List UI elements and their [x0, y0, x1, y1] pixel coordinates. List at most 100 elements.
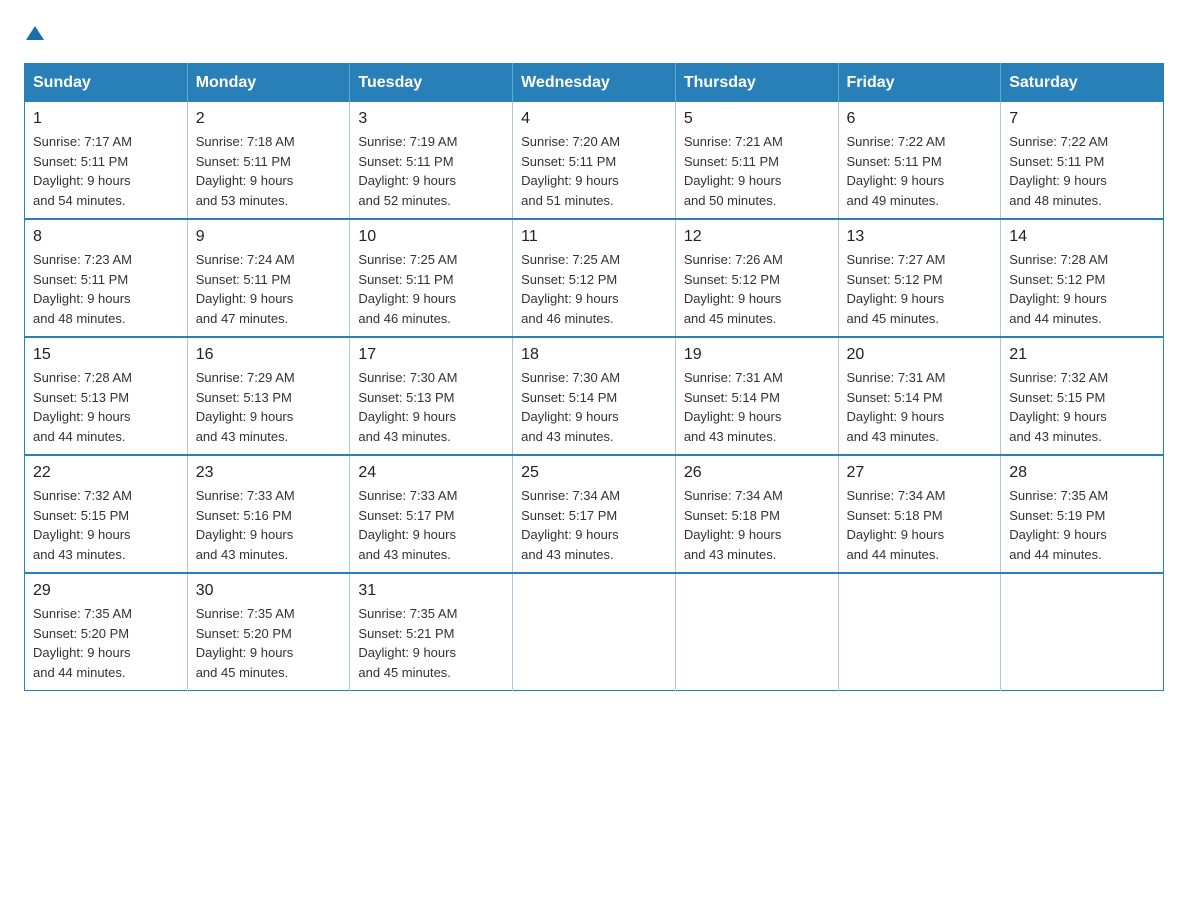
day-number: 4	[521, 110, 667, 128]
weekday-header-monday: Monday	[187, 64, 350, 103]
day-info: Sunrise: 7:21 AM Sunset: 5:11 PM Dayligh…	[684, 132, 830, 210]
day-info: Sunrise: 7:23 AM Sunset: 5:11 PM Dayligh…	[33, 250, 179, 328]
day-number: 15	[33, 346, 179, 364]
calendar-cell: 14 Sunrise: 7:28 AM Sunset: 5:12 PM Dayl…	[1001, 219, 1164, 337]
calendar-cell: 13 Sunrise: 7:27 AM Sunset: 5:12 PM Dayl…	[838, 219, 1001, 337]
day-number: 3	[358, 110, 504, 128]
calendar-cell: 15 Sunrise: 7:28 AM Sunset: 5:13 PM Dayl…	[25, 337, 188, 455]
day-number: 24	[358, 464, 504, 482]
day-info: Sunrise: 7:28 AM Sunset: 5:12 PM Dayligh…	[1009, 250, 1155, 328]
calendar-week-1: 1 Sunrise: 7:17 AM Sunset: 5:11 PM Dayli…	[25, 102, 1164, 219]
day-info: Sunrise: 7:31 AM Sunset: 5:14 PM Dayligh…	[847, 368, 993, 446]
calendar-cell: 6 Sunrise: 7:22 AM Sunset: 5:11 PM Dayli…	[838, 102, 1001, 219]
calendar-header-row: SundayMondayTuesdayWednesdayThursdayFrid…	[25, 64, 1164, 103]
day-info: Sunrise: 7:30 AM Sunset: 5:13 PM Dayligh…	[358, 368, 504, 446]
day-info: Sunrise: 7:27 AM Sunset: 5:12 PM Dayligh…	[847, 250, 993, 328]
calendar-week-3: 15 Sunrise: 7:28 AM Sunset: 5:13 PM Dayl…	[25, 337, 1164, 455]
calendar-cell: 20 Sunrise: 7:31 AM Sunset: 5:14 PM Dayl…	[838, 337, 1001, 455]
calendar-cell	[838, 573, 1001, 691]
calendar-cell: 30 Sunrise: 7:35 AM Sunset: 5:20 PM Dayl…	[187, 573, 350, 691]
day-info: Sunrise: 7:35 AM Sunset: 5:20 PM Dayligh…	[196, 604, 342, 682]
day-number: 8	[33, 228, 179, 246]
weekday-header-tuesday: Tuesday	[350, 64, 513, 103]
calendar-cell: 9 Sunrise: 7:24 AM Sunset: 5:11 PM Dayli…	[187, 219, 350, 337]
logo	[24, 24, 44, 47]
day-number: 27	[847, 464, 993, 482]
day-number: 5	[684, 110, 830, 128]
day-number: 25	[521, 464, 667, 482]
day-number: 10	[358, 228, 504, 246]
day-info: Sunrise: 7:25 AM Sunset: 5:12 PM Dayligh…	[521, 250, 667, 328]
calendar-cell: 12 Sunrise: 7:26 AM Sunset: 5:12 PM Dayl…	[675, 219, 838, 337]
day-info: Sunrise: 7:22 AM Sunset: 5:11 PM Dayligh…	[1009, 132, 1155, 210]
calendar-cell: 3 Sunrise: 7:19 AM Sunset: 5:11 PM Dayli…	[350, 102, 513, 219]
day-number: 2	[196, 110, 342, 128]
day-number: 1	[33, 110, 179, 128]
day-number: 28	[1009, 464, 1155, 482]
calendar-cell: 23 Sunrise: 7:33 AM Sunset: 5:16 PM Dayl…	[187, 455, 350, 573]
calendar-cell: 1 Sunrise: 7:17 AM Sunset: 5:11 PM Dayli…	[25, 102, 188, 219]
logo-arrow-icon	[26, 24, 44, 47]
calendar-cell: 8 Sunrise: 7:23 AM Sunset: 5:11 PM Dayli…	[25, 219, 188, 337]
calendar-cell: 2 Sunrise: 7:18 AM Sunset: 5:11 PM Dayli…	[187, 102, 350, 219]
weekday-header-friday: Friday	[838, 64, 1001, 103]
day-info: Sunrise: 7:19 AM Sunset: 5:11 PM Dayligh…	[358, 132, 504, 210]
day-info: Sunrise: 7:29 AM Sunset: 5:13 PM Dayligh…	[196, 368, 342, 446]
day-info: Sunrise: 7:34 AM Sunset: 5:18 PM Dayligh…	[684, 486, 830, 564]
calendar-week-5: 29 Sunrise: 7:35 AM Sunset: 5:20 PM Dayl…	[25, 573, 1164, 691]
calendar-cell: 17 Sunrise: 7:30 AM Sunset: 5:13 PM Dayl…	[350, 337, 513, 455]
day-number: 22	[33, 464, 179, 482]
day-number: 18	[521, 346, 667, 364]
calendar-cell: 5 Sunrise: 7:21 AM Sunset: 5:11 PM Dayli…	[675, 102, 838, 219]
day-info: Sunrise: 7:34 AM Sunset: 5:17 PM Dayligh…	[521, 486, 667, 564]
day-number: 20	[847, 346, 993, 364]
day-number: 30	[196, 582, 342, 600]
day-info: Sunrise: 7:32 AM Sunset: 5:15 PM Dayligh…	[1009, 368, 1155, 446]
day-info: Sunrise: 7:20 AM Sunset: 5:11 PM Dayligh…	[521, 132, 667, 210]
day-info: Sunrise: 7:35 AM Sunset: 5:19 PM Dayligh…	[1009, 486, 1155, 564]
calendar-cell: 19 Sunrise: 7:31 AM Sunset: 5:14 PM Dayl…	[675, 337, 838, 455]
weekday-header-wednesday: Wednesday	[513, 64, 676, 103]
day-number: 11	[521, 228, 667, 246]
day-info: Sunrise: 7:22 AM Sunset: 5:11 PM Dayligh…	[847, 132, 993, 210]
weekday-header-thursday: Thursday	[675, 64, 838, 103]
calendar-cell: 11 Sunrise: 7:25 AM Sunset: 5:12 PM Dayl…	[513, 219, 676, 337]
day-number: 6	[847, 110, 993, 128]
day-number: 19	[684, 346, 830, 364]
day-info: Sunrise: 7:31 AM Sunset: 5:14 PM Dayligh…	[684, 368, 830, 446]
calendar-cell: 18 Sunrise: 7:30 AM Sunset: 5:14 PM Dayl…	[513, 337, 676, 455]
calendar-table: SundayMondayTuesdayWednesdayThursdayFrid…	[24, 63, 1164, 691]
day-info: Sunrise: 7:30 AM Sunset: 5:14 PM Dayligh…	[521, 368, 667, 446]
calendar-cell: 26 Sunrise: 7:34 AM Sunset: 5:18 PM Dayl…	[675, 455, 838, 573]
calendar-cell: 21 Sunrise: 7:32 AM Sunset: 5:15 PM Dayl…	[1001, 337, 1164, 455]
day-info: Sunrise: 7:33 AM Sunset: 5:17 PM Dayligh…	[358, 486, 504, 564]
day-number: 21	[1009, 346, 1155, 364]
day-number: 14	[1009, 228, 1155, 246]
calendar-cell: 29 Sunrise: 7:35 AM Sunset: 5:20 PM Dayl…	[25, 573, 188, 691]
day-number: 12	[684, 228, 830, 246]
calendar-cell: 4 Sunrise: 7:20 AM Sunset: 5:11 PM Dayli…	[513, 102, 676, 219]
calendar-cell: 27 Sunrise: 7:34 AM Sunset: 5:18 PM Dayl…	[838, 455, 1001, 573]
day-info: Sunrise: 7:28 AM Sunset: 5:13 PM Dayligh…	[33, 368, 179, 446]
page-header	[24, 24, 1164, 47]
weekday-header-saturday: Saturday	[1001, 64, 1164, 103]
day-info: Sunrise: 7:24 AM Sunset: 5:11 PM Dayligh…	[196, 250, 342, 328]
day-number: 16	[196, 346, 342, 364]
calendar-cell: 16 Sunrise: 7:29 AM Sunset: 5:13 PM Dayl…	[187, 337, 350, 455]
calendar-cell	[513, 573, 676, 691]
day-number: 7	[1009, 110, 1155, 128]
day-info: Sunrise: 7:25 AM Sunset: 5:11 PM Dayligh…	[358, 250, 504, 328]
calendar-cell	[1001, 573, 1164, 691]
day-number: 9	[196, 228, 342, 246]
day-info: Sunrise: 7:34 AM Sunset: 5:18 PM Dayligh…	[847, 486, 993, 564]
calendar-cell: 25 Sunrise: 7:34 AM Sunset: 5:17 PM Dayl…	[513, 455, 676, 573]
day-number: 13	[847, 228, 993, 246]
calendar-cell: 28 Sunrise: 7:35 AM Sunset: 5:19 PM Dayl…	[1001, 455, 1164, 573]
day-info: Sunrise: 7:32 AM Sunset: 5:15 PM Dayligh…	[33, 486, 179, 564]
day-info: Sunrise: 7:35 AM Sunset: 5:21 PM Dayligh…	[358, 604, 504, 682]
day-number: 31	[358, 582, 504, 600]
calendar-cell: 22 Sunrise: 7:32 AM Sunset: 5:15 PM Dayl…	[25, 455, 188, 573]
calendar-cell: 24 Sunrise: 7:33 AM Sunset: 5:17 PM Dayl…	[350, 455, 513, 573]
calendar-cell	[675, 573, 838, 691]
day-info: Sunrise: 7:35 AM Sunset: 5:20 PM Dayligh…	[33, 604, 179, 682]
